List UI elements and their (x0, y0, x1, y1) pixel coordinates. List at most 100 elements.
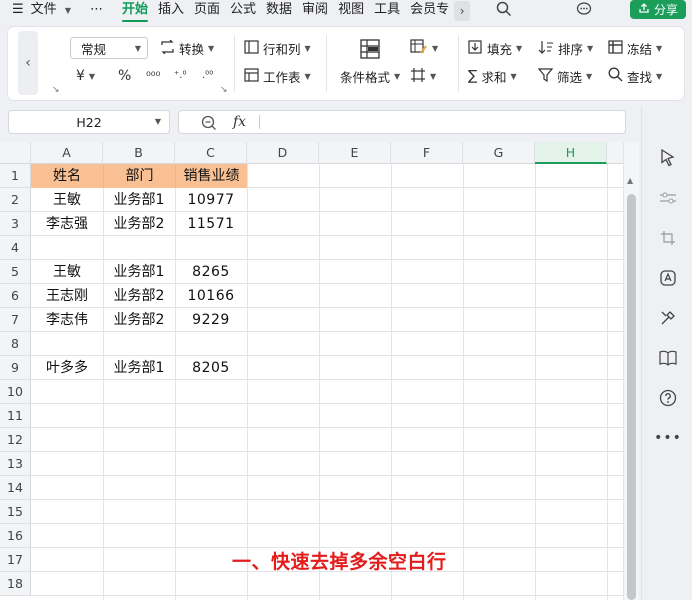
cell-a7[interactable]: 李志伟 (31, 308, 103, 332)
cell-a1[interactable]: 姓名 (31, 164, 103, 188)
cell-a9[interactable]: 叶多多 (31, 356, 103, 380)
cell-c2[interactable]: 10977 (175, 188, 247, 212)
zoom-icon[interactable] (201, 115, 217, 134)
row-header-10[interactable]: 10 (0, 380, 31, 404)
scroll-up-icon[interactable]: ▲ (627, 176, 633, 185)
tab-tools[interactable]: 工具 (369, 0, 405, 22)
scrollbar-thumb[interactable] (627, 194, 636, 600)
row-header-8[interactable]: 8 (0, 332, 31, 356)
number-format-select[interactable]: 常规 ▼ (70, 37, 148, 59)
crop-icon[interactable] (658, 228, 678, 248)
tab-home[interactable]: 开始 (117, 0, 153, 22)
row-header-6[interactable]: 6 (0, 284, 31, 308)
cell-c9[interactable]: 8205 (175, 356, 247, 380)
tab-view[interactable]: 视图 (333, 0, 369, 22)
sort-button[interactable]: 排序 ▼ (538, 37, 593, 59)
tab-data[interactable]: 数据 (261, 0, 297, 22)
tab-formula[interactable]: 公式 (225, 0, 261, 22)
row-header-2[interactable]: 2 (0, 188, 31, 212)
percent-button[interactable]: % (118, 65, 131, 87)
cell-a2[interactable]: 王敏 (31, 188, 103, 212)
column-header-g[interactable]: G (463, 142, 535, 164)
column-header-a[interactable]: A (31, 142, 103, 164)
sum-button[interactable]: ∑ 求和 ▼ (468, 65, 517, 87)
hamburger-icon[interactable]: ☰ (0, 0, 29, 22)
column-header-f[interactable]: F (391, 142, 463, 164)
cond-format-icon[interactable] (360, 39, 380, 63)
tab-page[interactable]: 页面 (189, 0, 225, 22)
row-header-17[interactable]: 17 (0, 548, 31, 572)
tools-icon[interactable] (658, 308, 678, 328)
share-button[interactable]: 分享 (630, 0, 686, 19)
convert-button[interactable]: 转换 ▼ (160, 37, 214, 59)
number-group-expand-icon[interactable]: ↘ (220, 85, 228, 95)
column-header-d[interactable]: D (247, 142, 319, 164)
row-header-15[interactable]: 15 (0, 500, 31, 524)
cell-c6[interactable]: 10166 (175, 284, 247, 308)
name-box[interactable]: H22 ▼ (8, 110, 170, 134)
spreadsheet-grid[interactable]: A B C D E F G H 1 2 3 4 5 6 7 8 9 10 11 … (0, 142, 623, 600)
search-icon[interactable] (496, 1, 512, 21)
cell-c1[interactable]: 销售业绩 (175, 164, 247, 188)
cell-b3[interactable]: 业务部2 (103, 212, 175, 236)
row-header-5[interactable]: 5 (0, 260, 31, 284)
ai-assistant-icon[interactable] (658, 268, 678, 288)
cell-b9[interactable]: 业务部1 (103, 356, 175, 380)
currency-button[interactable]: ¥ ▼ (76, 65, 95, 87)
filter-button[interactable]: 筛选 ▼ (537, 65, 592, 87)
row-header-7[interactable]: 7 (0, 308, 31, 332)
more-options-icon[interactable]: ••• (654, 428, 681, 448)
comment-icon[interactable] (576, 1, 592, 21)
vertical-scrollbar[interactable]: ▲ (623, 142, 639, 600)
column-header-b[interactable]: B (103, 142, 175, 164)
cell-a3[interactable]: 李志强 (31, 212, 103, 236)
increase-decimal-button[interactable]: ⁺.⁰ (174, 65, 186, 87)
tab-member[interactable]: 会员专 (405, 0, 454, 22)
cell-style-button[interactable]: ▼ (410, 37, 438, 59)
row-header-9[interactable]: 9 (0, 356, 31, 380)
more-menu[interactable]: ⋯ (76, 0, 117, 22)
row-header-14[interactable]: 14 (0, 476, 31, 500)
column-header-c[interactable]: C (175, 142, 247, 164)
cell-a6[interactable]: 王志刚 (31, 284, 103, 308)
book-icon[interactable] (658, 348, 678, 368)
file-menu[interactable]: 文件 ▼ (29, 0, 76, 22)
cond-format-button[interactable]: 条件格式 ▼ (340, 65, 400, 87)
thousands-button[interactable]: ⁰⁰⁰ (146, 65, 160, 87)
cell-b6[interactable]: 业务部2 (103, 284, 175, 308)
ribbon-expand-icon[interactable]: ↘ (52, 85, 60, 95)
adjust-icon[interactable] (658, 188, 678, 208)
cell-c3[interactable]: 11571 (175, 212, 247, 236)
rows-cols-button[interactable]: 行和列 ▼ (244, 37, 311, 59)
freeze-button[interactable]: 冻结 ▼ (608, 37, 662, 59)
tab-review[interactable]: 审阅 (297, 0, 333, 22)
cell-b5[interactable]: 业务部1 (103, 260, 175, 284)
row-header-16[interactable]: 16 (0, 524, 31, 548)
decrease-decimal-button[interactable]: .⁰⁰ (202, 65, 213, 87)
row-header-13[interactable]: 13 (0, 452, 31, 476)
row-header-12[interactable]: 12 (0, 428, 31, 452)
ribbon-collapse-left-button[interactable]: ‹ (18, 31, 38, 95)
tab-insert[interactable]: 插入 (153, 0, 189, 22)
row-header-1[interactable]: 1 (0, 164, 31, 188)
cell-a5[interactable]: 王敏 (31, 260, 103, 284)
cell-b7[interactable]: 业务部2 (103, 308, 175, 332)
border-button[interactable]: ▼ (410, 65, 436, 87)
column-header-h[interactable]: H (535, 142, 607, 164)
formula-bar[interactable]: fx (178, 110, 626, 134)
fill-button[interactable]: 填充 ▼ (468, 37, 522, 59)
cell-b2[interactable]: 业务部1 (103, 188, 175, 212)
cell-c7[interactable]: 9229 (175, 308, 247, 332)
cell-b1[interactable]: 部门 (103, 164, 175, 188)
row-header-18[interactable]: 18 (0, 572, 31, 596)
fx-icon[interactable]: fx (233, 115, 246, 129)
select-all-corner[interactable] (0, 142, 31, 164)
row-header-4[interactable]: 4 (0, 236, 31, 260)
row-header-11[interactable]: 11 (0, 404, 31, 428)
cell-c5[interactable]: 8265 (175, 260, 247, 284)
worksheet-button[interactable]: 工作表 ▼ (244, 65, 311, 87)
row-header-3[interactable]: 3 (0, 212, 31, 236)
help-icon[interactable] (658, 388, 678, 408)
column-header-e[interactable]: E (319, 142, 391, 164)
find-button[interactable]: 查找 ▼ (608, 65, 662, 87)
